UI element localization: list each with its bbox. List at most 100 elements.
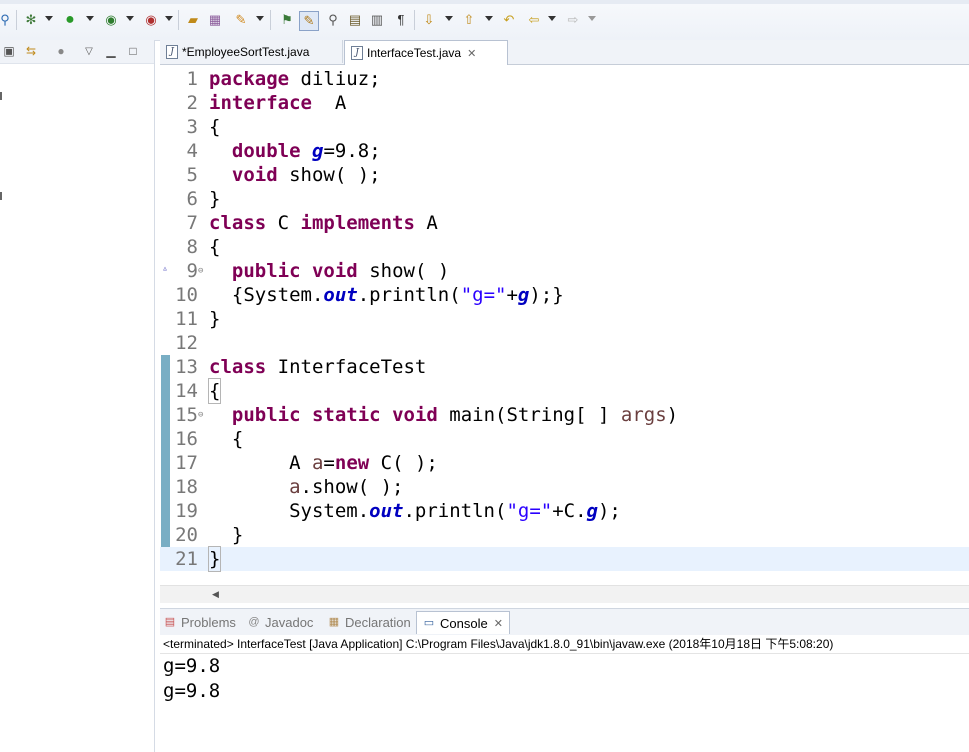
fold-toggle-icon[interactable]: ⊖ <box>198 259 203 283</box>
java-file-icon: J <box>166 44 178 59</box>
toolbar-separator <box>270 10 271 30</box>
view-menu-icon[interactable]: ▽ <box>80 42 98 60</box>
tab-console[interactable]: ▭ Console ✕ <box>416 611 510 634</box>
forward-arrow-icon[interactable]: ⇨ <box>564 11 582 29</box>
console-output[interactable]: g=9.8 g=9.8 <box>160 654 969 752</box>
package-explorer-toolbar: ▣ ⇆ ● ▽ ▁ □ <box>0 40 154 64</box>
next-annotation-icon[interactable]: ⇩ <box>420 11 438 29</box>
line-number: 5 <box>186 164 198 186</box>
code-line[interactable]: 19 System.out.println("g="+C.g); <box>160 499 969 523</box>
maximize-icon[interactable]: □ <box>124 42 142 60</box>
code-line[interactable]: 15 ⊖ public static void main(String[ ] ar… <box>160 403 969 427</box>
previous-annotation-dropdown-icon[interactable] <box>485 16 493 21</box>
back-icon[interactable]: ↶ <box>500 11 518 29</box>
scroll-left-icon[interactable]: ◀ <box>212 589 219 600</box>
search-icon-2[interactable]: ⚲ <box>324 11 342 29</box>
line-number: 20 <box>175 524 198 546</box>
code-line[interactable]: 16 { <box>160 427 969 451</box>
menu-bar-edge <box>0 0 969 4</box>
toolbar-separator <box>16 10 17 30</box>
close-icon[interactable]: ✕ <box>467 47 476 60</box>
problems-icon: ▤ <box>164 616 176 628</box>
code-line[interactable]: 20 } <box>160 523 969 547</box>
forward-dropdown-icon[interactable] <box>588 16 596 21</box>
search-icon[interactable]: ⚲ <box>0 11 14 29</box>
tab-declaration[interactable]: ▦ Declaration <box>328 611 411 633</box>
horizontal-scrollbar[interactable]: ◀ <box>160 585 969 603</box>
fold-toggle-icon[interactable]: ⊖ <box>198 403 203 427</box>
tab-problems[interactable]: ▤ Problems <box>164 611 236 633</box>
code-line-current[interactable]: 21} <box>160 546 969 572</box>
link-with-editor-icon[interactable]: ⇆ <box>22 42 40 60</box>
run-icon[interactable]: ● <box>61 11 79 29</box>
line-number: 7 <box>186 212 198 234</box>
code-line[interactable]: 5 void show( ); <box>160 163 969 187</box>
toolbar-separator <box>414 10 415 30</box>
external-tools-dropdown-icon[interactable] <box>165 16 173 21</box>
tab-employee-sort-test[interactable]: J *EmployeeSortTest.java <box>160 40 343 63</box>
tree-marker <box>0 192 2 200</box>
line-number: 2 <box>186 92 198 114</box>
declaration-icon: ▦ <box>328 616 340 628</box>
line-number: 4 <box>186 140 198 162</box>
code-line[interactable]: 6} <box>160 187 969 211</box>
javadoc-icon: @ <box>248 616 260 628</box>
code-line[interactable]: 4 double g=9.8; <box>160 139 969 163</box>
code-line[interactable]: 8{ <box>160 235 969 259</box>
open-folder-icon[interactable]: ▦ <box>206 11 224 29</box>
open-page-icon[interactable]: ▤ <box>346 11 364 29</box>
code-area[interactable]: 1 package diliuz; 2 interface A 3{ 4 doubl… <box>160 67 969 572</box>
tab-javadoc[interactable]: @ Javadoc <box>248 611 313 633</box>
java-file-icon: J <box>351 46 363 60</box>
line-number: 17 <box>175 452 198 474</box>
open-type-icon[interactable]: ▰ <box>184 11 202 29</box>
tab-interface-test[interactable]: J InterfaceTest.java ✕ <box>344 40 508 65</box>
code-line[interactable]: 13 class InterfaceTest <box>160 355 969 379</box>
debug-dropdown-icon[interactable] <box>45 16 53 21</box>
package-explorer-view: ▣ ⇆ ● ▽ ▁ □ <box>0 40 155 752</box>
code-line[interactable]: ▵ 9 ⊖ public void show( ) <box>160 259 969 283</box>
line-number: 15 <box>175 404 198 426</box>
line-number: 1 <box>186 68 198 90</box>
run-dropdown-icon[interactable] <box>86 16 94 21</box>
line-number: 13 <box>175 356 198 378</box>
line-number: 3 <box>186 116 198 138</box>
line-number: 9 <box>186 260 198 282</box>
coverage-dropdown-icon[interactable] <box>126 16 134 21</box>
back-arrow-icon[interactable]: ⇦ <box>525 11 543 29</box>
override-marker-icon[interactable]: ▵ <box>162 257 168 281</box>
collapse-all-icon[interactable]: ▣ <box>0 42 18 60</box>
code-line[interactable]: 12 <box>160 331 969 355</box>
toggle-mark-occurrences-icon[interactable]: ✎ <box>299 11 319 31</box>
code-line[interactable]: 14{ <box>160 378 969 404</box>
line-number: 14 <box>175 380 198 402</box>
focus-icon[interactable]: ● <box>52 42 70 60</box>
build-dropdown-icon[interactable] <box>256 16 264 21</box>
code-line[interactable]: 3{ <box>160 115 969 139</box>
code-line[interactable]: 11} <box>160 307 969 331</box>
code-line[interactable]: 2 interface A <box>160 91 969 115</box>
code-line[interactable]: 17 A a=new C( ); <box>160 451 969 475</box>
tab-label: *EmployeeSortTest.java <box>182 44 310 59</box>
next-annotation-dropdown-icon[interactable] <box>445 16 453 21</box>
code-line[interactable]: 7 class C implements A <box>160 211 969 235</box>
tab-label: InterfaceTest.java <box>367 46 462 60</box>
previous-annotation-icon[interactable]: ⇧ <box>460 11 478 29</box>
external-tools-icon[interactable]: ◉ <box>142 11 160 29</box>
line-number: 10 <box>175 284 198 306</box>
code-line[interactable]: 18 a.show( ); <box>160 475 969 499</box>
open-task-icon[interactable]: ⚑ <box>278 11 296 29</box>
back-dropdown-icon[interactable] <box>548 16 556 21</box>
debug-icon[interactable]: ✻ <box>22 11 40 29</box>
run-coverage-icon[interactable]: ◉ <box>102 11 120 29</box>
code-line[interactable]: 1 package diliuz; <box>160 67 969 91</box>
tree-marker <box>0 92 2 100</box>
build-icon[interactable]: ✎ <box>232 11 250 29</box>
code-editor[interactable]: 1 package diliuz; 2 interface A 3{ 4 doubl… <box>160 65 969 585</box>
paragraph-icon[interactable]: ¶ <box>392 11 410 29</box>
line-number: 6 <box>186 188 198 210</box>
format-icon[interactable]: ▥ <box>368 11 386 29</box>
minimize-icon[interactable]: ▁ <box>102 42 120 60</box>
close-icon[interactable]: ✕ <box>494 617 503 630</box>
code-line[interactable]: 10 {System.out.println("g="+g);} <box>160 283 969 307</box>
